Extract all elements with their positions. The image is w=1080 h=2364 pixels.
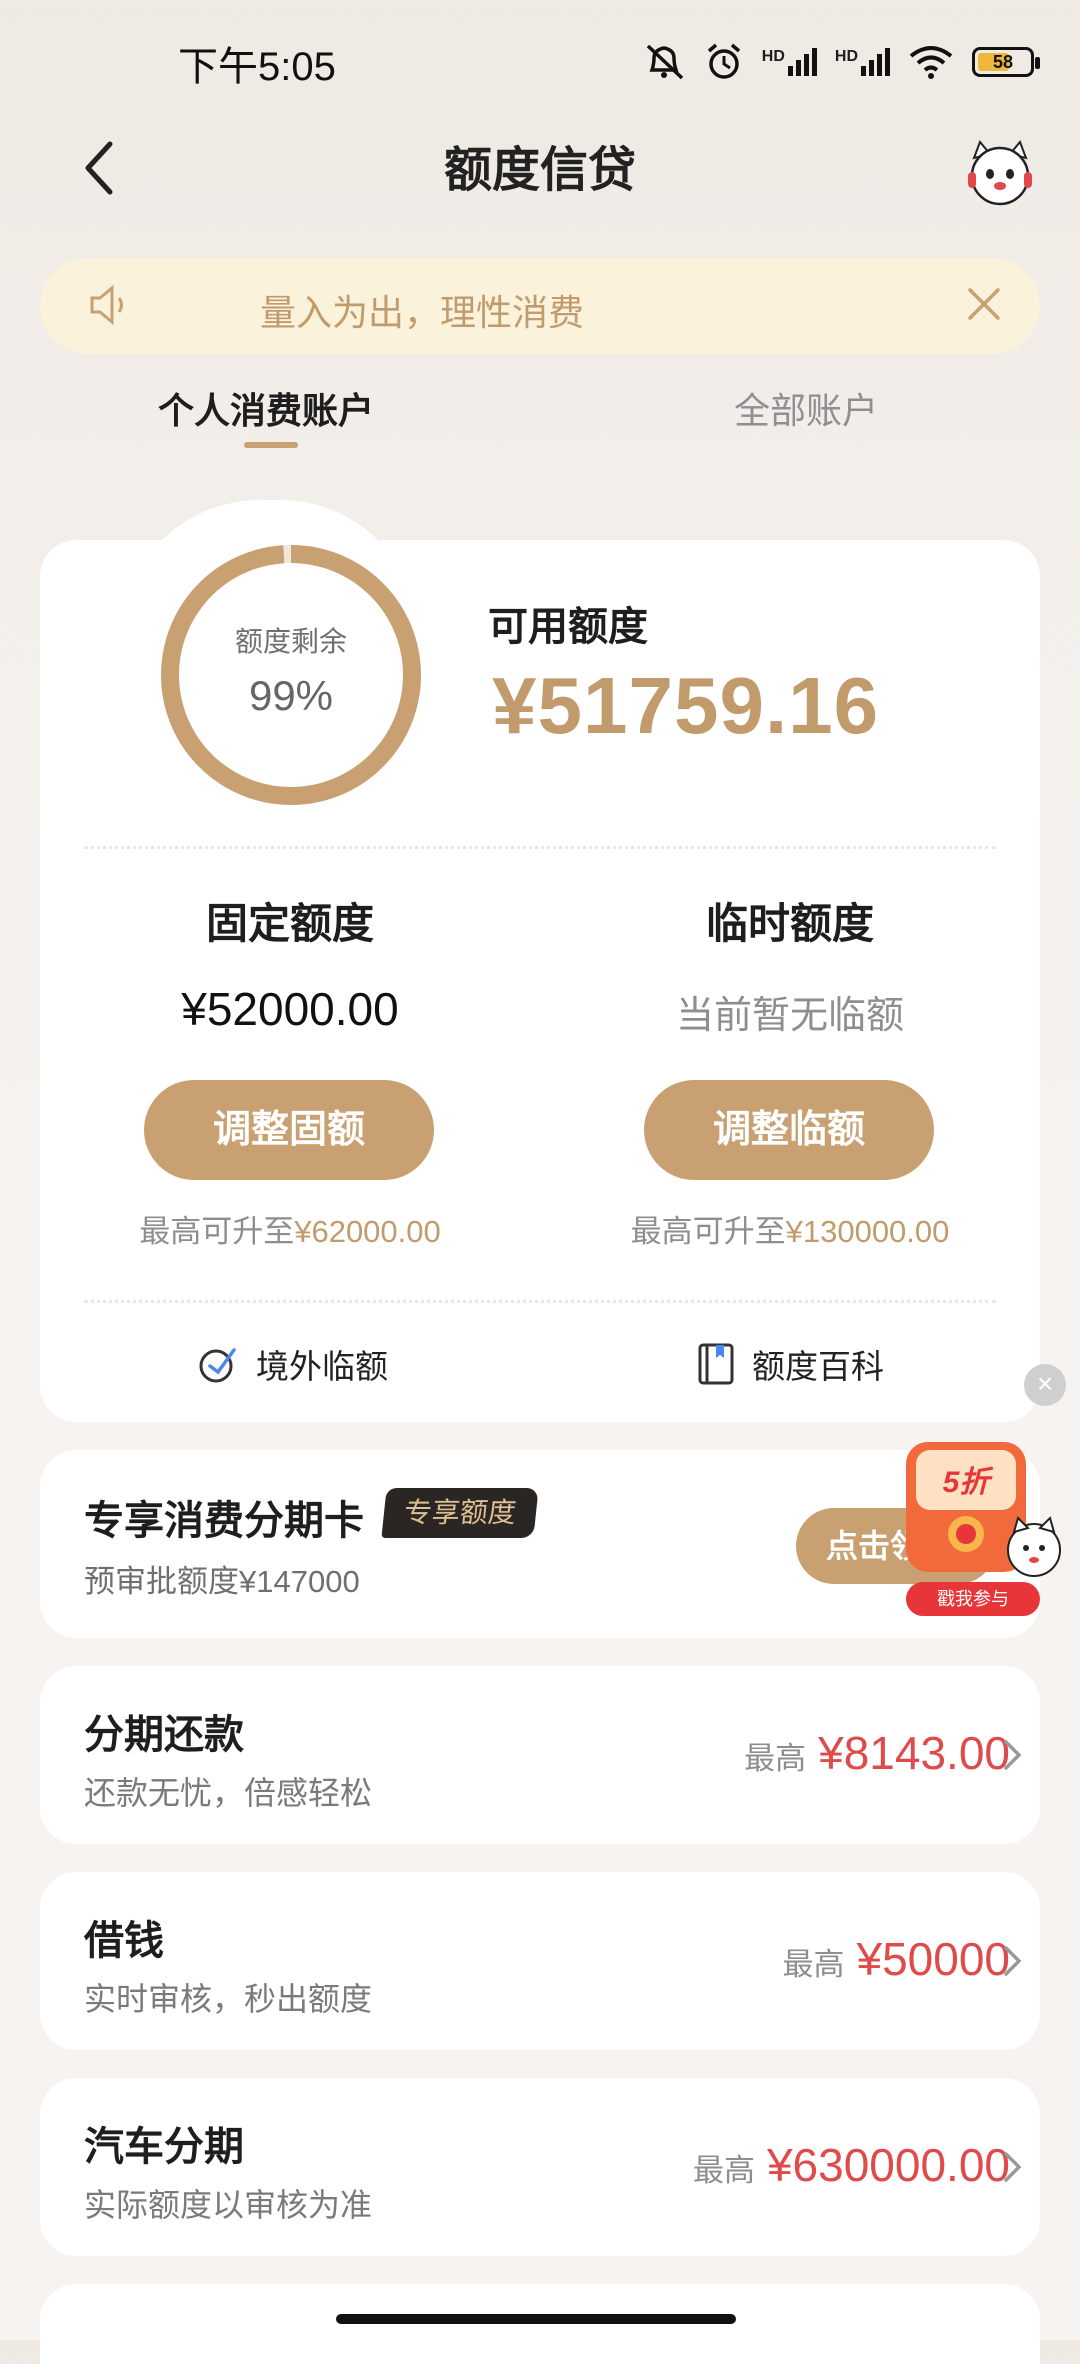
list-item-amount: ¥8143.00 xyxy=(818,1727,1010,1779)
customer-service-mascot-icon[interactable] xyxy=(960,132,1040,212)
fixed-max-prefix: 最高可升至 xyxy=(139,1214,295,1249)
wifi-icon xyxy=(909,46,953,79)
hd-label-1: HD xyxy=(761,48,785,65)
tab-personal-account[interactable]: 个人消费账户 xyxy=(158,382,374,434)
available-credit-amount: ¥51759.16 xyxy=(492,661,880,750)
overseas-link-label: 境外临额 xyxy=(256,1348,388,1385)
notice-text: 量入为出，理性消费 xyxy=(260,292,585,333)
list-item-prefix: 最高 xyxy=(692,2153,755,2188)
home-indicator[interactable] xyxy=(336,2314,736,2324)
hd-label-2: HD xyxy=(834,48,858,65)
page-title: 额度信贷 xyxy=(443,144,636,197)
wiki-link-label: 额度百科 xyxy=(752,1348,884,1385)
promo-discount-text: 5折 xyxy=(943,1466,995,1499)
speaker-icon xyxy=(90,284,123,326)
adjust-fixed-button[interactable]: 调整固额 xyxy=(144,1080,434,1180)
fixed-max-value: ¥62000.00 xyxy=(294,1214,441,1249)
temp-credit-label: 临时额度 xyxy=(705,900,874,947)
list-item-amount: ¥50000 xyxy=(856,1933,1011,1985)
list-item-title: 分期还款 xyxy=(84,1713,244,1757)
fixed-credit-label: 固定额度 xyxy=(205,900,374,947)
temp-max-hint: 最高可升至¥130000.00 xyxy=(540,1206,1040,1251)
list-item-subtitle: 实际额度以审核为准 xyxy=(84,2187,373,2223)
ring-label: 额度剩余 xyxy=(234,626,347,657)
divider-1 xyxy=(84,846,996,849)
fixed-credit-value: ¥52000.00 xyxy=(181,983,399,1035)
next-card-peek xyxy=(40,2284,1040,2364)
battery-icon: 58 xyxy=(972,47,1040,77)
list-item-subtitle: 实时审核，秒出额度 xyxy=(84,1981,373,2017)
mute-icon xyxy=(646,44,683,80)
list-item-title: 汽车分期 xyxy=(84,2125,244,2169)
book-icon xyxy=(698,1343,734,1385)
list-item-title: 借钱 xyxy=(84,1919,164,1963)
list-item-amount: ¥630000.00 xyxy=(766,2139,1010,2191)
status-time: 下午5:05 xyxy=(178,45,336,89)
signal-1-icon: HD xyxy=(762,48,817,76)
overseas-temp-credit-link[interactable]: 境外临额 xyxy=(196,1340,388,1388)
active-tab-indicator xyxy=(244,442,298,448)
chevron-right-icon xyxy=(1004,2152,1022,2182)
signal-2-icon: HD xyxy=(835,48,890,76)
tab-all-accounts[interactable]: 全部账户 xyxy=(734,382,878,434)
notice-close-icon[interactable] xyxy=(964,284,1004,324)
list-item-amount-group: 最高 ¥630000.00 xyxy=(693,2138,1010,2192)
list-item-prefix: 最高 xyxy=(782,1947,845,1982)
list-item-amount-group: 最高 ¥50000 xyxy=(783,1932,1011,1986)
battery-level: 58 xyxy=(992,52,1014,72)
temp-credit-value: 当前暂无临额 xyxy=(675,995,904,1037)
notice-bar: 量入为出，理性消费 xyxy=(40,258,1040,354)
list-item-prefix: 最高 xyxy=(744,1741,807,1776)
temp-max-value: ¥130000.00 xyxy=(785,1214,950,1249)
ring-percent: 99% xyxy=(248,672,334,719)
adjust-temp-button[interactable]: 调整临额 xyxy=(644,1080,934,1180)
chevron-right-icon xyxy=(1004,1740,1022,1770)
list-item-subtitle: 还款无忧，倍感轻松 xyxy=(84,1775,373,1811)
installment-card-subtitle: 预审批额度¥147000 xyxy=(84,1564,360,1599)
exclusive-credit-tag: 专享额度 xyxy=(381,1488,539,1538)
promo-badge[interactable]: 戳我参与 xyxy=(906,1582,1040,1616)
installment-card-title: 专享消费分期卡 xyxy=(84,1499,364,1543)
temp-max-prefix: 最高可升至 xyxy=(630,1214,786,1249)
alarm-icon xyxy=(707,43,740,79)
promo-close-button[interactable]: × xyxy=(1024,1364,1066,1406)
credit-wiki-link[interactable]: 额度百科 xyxy=(696,1340,884,1388)
fixed-max-hint: 最高可升至¥62000.00 xyxy=(40,1206,540,1251)
list-item-amount-group: 最高 ¥8143.00 xyxy=(744,1726,1010,1780)
available-credit-label: 可用额度 xyxy=(488,605,648,649)
plane-globe-icon xyxy=(199,1348,236,1383)
status-icons: HD HD 58 xyxy=(642,38,1040,86)
divider-2 xyxy=(84,1300,996,1303)
chevron-right-icon xyxy=(1004,1946,1022,1976)
